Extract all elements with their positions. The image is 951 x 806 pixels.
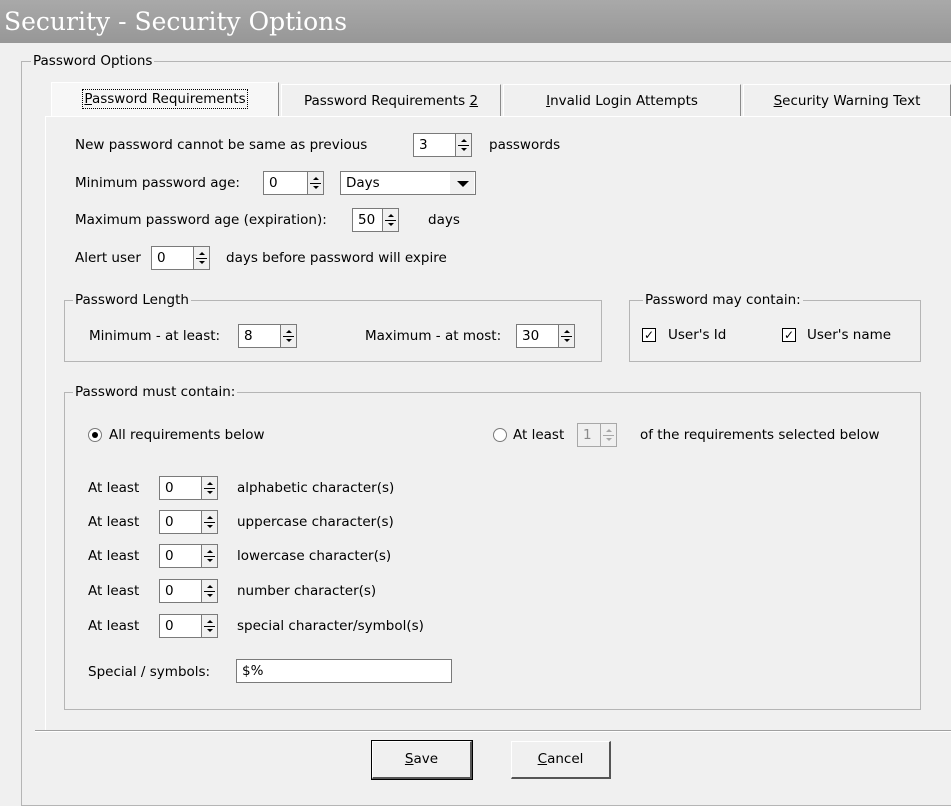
tab-password-requirements[interactable]: Password Requirements bbox=[51, 82, 279, 117]
tab-password-requirements-2[interactable]: Password Requirements 2 bbox=[281, 84, 501, 117]
password-must-contain-legend: Password must contain: bbox=[73, 384, 238, 400]
tab-invalid-login-attempts[interactable]: Invalid Login Attempts bbox=[503, 84, 741, 117]
max-age-field[interactable]: 50 bbox=[352, 208, 382, 232]
length-max-label: Maximum - at most: bbox=[365, 328, 502, 344]
req-number-spinner[interactable] bbox=[201, 579, 218, 603]
req-lower-label: lowercase character(s) bbox=[237, 548, 392, 564]
chevron-down-icon bbox=[457, 181, 469, 187]
window-title: Security - Security Options bbox=[0, 0, 951, 43]
req-special-label: special character/symbol(s) bbox=[237, 618, 424, 634]
min-age-unit-dropdown-button[interactable] bbox=[450, 172, 474, 194]
at-least-n-spinner[interactable] bbox=[600, 423, 617, 447]
alert-suffix-label: days before password will expire bbox=[226, 250, 447, 266]
history-prefix-label: New password cannot be same as previous bbox=[75, 137, 368, 153]
max-age-spinner[interactable] bbox=[382, 208, 399, 232]
password-may-contain-legend: Password may contain: bbox=[643, 292, 803, 308]
user-id-label[interactable]: User's Id bbox=[668, 325, 726, 345]
length-min-field[interactable]: 8 bbox=[238, 324, 280, 348]
password-length-legend: Password Length bbox=[73, 292, 191, 308]
tab-security-warning-text[interactable]: Security Warning Text bbox=[743, 84, 951, 117]
req-special-spinner[interactable] bbox=[201, 614, 218, 638]
req-alpha-prefix: At least bbox=[88, 480, 140, 496]
req-upper-label: uppercase character(s) bbox=[237, 514, 394, 530]
special-symbols-label: Special / symbols: bbox=[88, 664, 211, 680]
req-upper-field[interactable]: 0 bbox=[159, 510, 201, 534]
req-number-prefix: At least bbox=[88, 583, 140, 599]
at-least-n-prefix-label[interactable]: At least bbox=[513, 425, 564, 445]
length-max-field[interactable]: 30 bbox=[516, 324, 558, 348]
max-age-suffix-label: days bbox=[428, 212, 460, 228]
req-lower-spinner[interactable] bbox=[201, 544, 218, 568]
cancel-button[interactable]: Cancel bbox=[511, 741, 611, 779]
req-upper-spinner[interactable] bbox=[201, 510, 218, 534]
req-alpha-label: alphabetic character(s) bbox=[237, 480, 395, 496]
history-suffix-label: passwords bbox=[489, 137, 561, 153]
all-requirements-radio[interactable] bbox=[88, 428, 102, 442]
history-count-field[interactable]: 3 bbox=[413, 133, 455, 157]
at-least-n-suffix-label: of the requirements selected below bbox=[640, 427, 880, 443]
req-special-field[interactable]: 0 bbox=[159, 614, 201, 638]
min-age-field[interactable]: 0 bbox=[263, 171, 307, 195]
req-lower-field[interactable]: 0 bbox=[159, 544, 201, 568]
req-alpha-spinner[interactable] bbox=[201, 476, 218, 500]
user-name-checkbox[interactable]: ✓ bbox=[782, 328, 796, 342]
req-special-prefix: At least bbox=[88, 618, 140, 634]
req-lower-prefix: At least bbox=[88, 548, 140, 564]
length-min-label: Minimum - at least: bbox=[89, 328, 221, 344]
all-requirements-label[interactable]: All requirements below bbox=[109, 425, 265, 445]
length-max-spinner[interactable] bbox=[558, 324, 575, 348]
save-button[interactable]: Save bbox=[371, 740, 473, 780]
length-min-spinner[interactable] bbox=[280, 324, 297, 348]
req-number-label: number character(s) bbox=[237, 583, 377, 599]
max-age-label: Maximum password age (expiration): bbox=[75, 212, 327, 228]
tab-strip: Password Requirements Password Requireme… bbox=[45, 82, 951, 117]
at-least-n-field[interactable]: 1 bbox=[577, 423, 601, 447]
special-symbols-input[interactable]: $% bbox=[236, 659, 452, 683]
min-age-spinner[interactable] bbox=[307, 171, 324, 195]
at-least-n-radio[interactable] bbox=[493, 428, 507, 442]
req-number-field[interactable]: 0 bbox=[159, 579, 201, 603]
alert-prefix-label: Alert user bbox=[75, 250, 141, 266]
alert-days-spinner[interactable] bbox=[193, 246, 210, 270]
alert-days-field[interactable]: 0 bbox=[151, 246, 193, 270]
req-alpha-field[interactable]: 0 bbox=[159, 476, 201, 500]
user-id-checkbox[interactable]: ✓ bbox=[642, 328, 656, 342]
min-age-label: Minimum password age: bbox=[75, 175, 240, 191]
user-name-label[interactable]: User's name bbox=[807, 325, 891, 345]
password-options-legend: Password Options bbox=[31, 53, 155, 69]
req-upper-prefix: At least bbox=[88, 514, 140, 530]
history-count-spinner[interactable] bbox=[455, 133, 472, 157]
button-separator bbox=[35, 730, 951, 732]
